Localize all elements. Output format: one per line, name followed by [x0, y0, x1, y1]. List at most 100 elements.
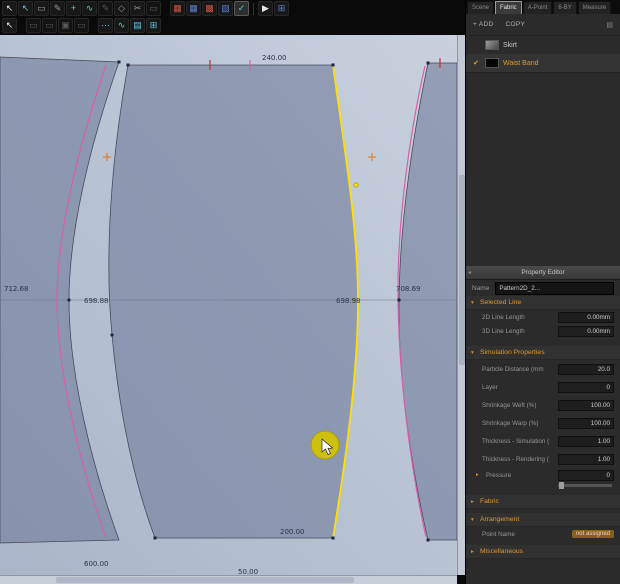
tab-a-point[interactable]: A-Point [522, 1, 553, 14]
thickness-simulation-input[interactable]: 1.00 [558, 435, 614, 447]
show-grid-tool[interactable]: ⊞ [146, 18, 161, 33]
copy-fabric-button[interactable]: COPY [505, 21, 525, 28]
shrinkage-warp-input[interactable]: 100.00 [558, 417, 614, 429]
pattern-tool-a[interactable]: ▭ [26, 18, 41, 33]
segment-sewing-tool[interactable]: ⋯ [98, 18, 113, 33]
edit-sewing-tool[interactable]: ▤ [130, 18, 145, 33]
property-editor-title: Property Editor [521, 269, 565, 276]
property-editor-header: ◂ Property Editor [466, 266, 620, 280]
pen-tool[interactable]: ✎ [98, 1, 113, 16]
fabric-list: Skirt ✔ Waist Band [466, 36, 620, 73]
list-options-icon[interactable]: ▤ [606, 21, 613, 29]
pressure-slider[interactable] [558, 482, 612, 489]
section-title: Miscellaneous [480, 548, 524, 555]
toolbar-spacer [162, 8, 169, 9]
section-arrangement[interactable]: ▾ Arrangement [466, 513, 620, 527]
pattern-tool-c[interactable]: ▣ [58, 18, 73, 33]
pattern-canvas[interactable]: 240.00 712.68 698.88 698.98 708.69 200.0… [0, 35, 457, 575]
fabric-name: Skirt [503, 41, 517, 49]
horizontal-scrollbar-thumb[interactable] [56, 577, 354, 583]
property-row: Thickness - Rendering ( 1.00 [466, 450, 620, 468]
simulate-button[interactable]: ▶ [258, 1, 273, 16]
horizontal-scrollbar[interactable] [0, 575, 457, 584]
collapse-panel-icon[interactable]: ◂ [468, 269, 471, 276]
pattern-name-input[interactable]: Pattern2D_2... [495, 281, 614, 295]
pattern-tool-d[interactable]: ▭ [74, 18, 89, 33]
property-value: 0.00mm [558, 325, 614, 337]
sync-3d-button[interactable]: ⊞ [274, 1, 289, 16]
section-title: Simulation Properties [480, 349, 545, 356]
vertical-scrollbar[interactable] [457, 35, 465, 575]
measurement-bottom-width: 200.00 [280, 528, 305, 536]
property-row: Layer 0 [466, 378, 620, 396]
property-label: 3D Line Length [482, 327, 525, 335]
edit-pattern-tool[interactable]: ▭ [34, 1, 49, 16]
property-row: 2D Line Length 0.00mm [466, 310, 620, 324]
fabric-thumbnail [485, 40, 499, 50]
fabric-check-icon[interactable]: ✔ [471, 59, 481, 67]
section-title: Selected Line [480, 299, 522, 306]
transform-pattern-tool[interactable]: ↖ [18, 1, 33, 16]
dart-tool[interactable]: ◇ [114, 1, 129, 16]
grainline-check-tool[interactable]: ✓ [234, 1, 249, 16]
select-sewing-tool[interactable]: ↖ [2, 18, 17, 33]
property-value: 0.00mm [558, 311, 614, 323]
section-miscellaneous[interactable]: ▸ Miscellaneous [466, 545, 620, 559]
chevron-down-icon: ▾ [471, 299, 474, 306]
layer-input[interactable]: 0 [558, 381, 614, 393]
seam-allowance-tool[interactable]: ▭ [146, 1, 161, 16]
thickness-rendering-input[interactable]: 1.00 [558, 453, 614, 465]
section-title: Fabric [480, 498, 499, 505]
property-row: Shrinkage Warp (%) 100.00 [466, 414, 620, 432]
chevron-right-icon: ▸ [471, 548, 474, 555]
section-title: Arrangement [480, 516, 520, 523]
edit-curvature-tool[interactable]: ∿ [82, 1, 97, 16]
texture-checker-tool-4[interactable]: ▨ [218, 1, 233, 16]
free-sewing-tool[interactable]: ∿ [114, 18, 129, 33]
add-fabric-button[interactable]: + ADD [473, 21, 493, 28]
add-point-tool[interactable]: + [66, 1, 81, 16]
pressure-slider-handle[interactable] [559, 482, 564, 489]
toolbar-spacer [18, 25, 25, 26]
name-label: Name [472, 284, 490, 292]
shrinkage-weft-input[interactable]: 100.00 [558, 399, 614, 411]
section-fabric[interactable]: ▸ Fabric [466, 495, 620, 509]
pressure-input[interactable]: 0 [558, 469, 614, 481]
tab-6-by[interactable]: 6-BY [553, 1, 577, 14]
toolbar-spacer [90, 25, 97, 26]
tab-measure[interactable]: Measure [577, 1, 612, 14]
property-row: Thickness - Simulation ( 1.00 [466, 432, 620, 450]
property-label: Layer [482, 383, 498, 391]
curve-point-yellow[interactable] [353, 182, 359, 188]
texture-checker-tool-1[interactable]: ▦ [170, 1, 185, 16]
fabric-actions: + ADD COPY ▤ [466, 14, 620, 36]
measurement-selected-curve: 698.98 [336, 297, 361, 305]
particle-distance-input[interactable]: 20.0 [558, 363, 614, 375]
pattern-tool-b[interactable]: ▭ [42, 18, 57, 33]
section-selected-line[interactable]: ▾ Selected Line [466, 296, 620, 310]
tab-fabric[interactable]: Fabric [495, 1, 522, 14]
property-row: 3D Line Length 0.00mm [466, 324, 620, 338]
chevron-down-icon: ▾ [471, 349, 474, 356]
fabric-row-waist-band[interactable]: ✔ Waist Band [466, 54, 620, 72]
texture-checker-tool-2[interactable]: ▦ [186, 1, 201, 16]
pressure-row: ▸ Pressure 0 [466, 468, 620, 482]
property-label: Thickness - Simulation ( [482, 437, 550, 445]
fabric-thumbnail [485, 58, 499, 68]
property-label: Particle Distance (mm [482, 365, 544, 373]
fabric-row-skirt[interactable]: Skirt [466, 36, 620, 54]
chevron-right-icon[interactable]: ▸ [476, 472, 482, 478]
measurement-top-width: 240.00 [262, 54, 287, 62]
texture-checker-tool-3[interactable]: ▩ [202, 1, 217, 16]
panel-gap [466, 338, 620, 346]
select-tool[interactable]: ↖ [2, 1, 17, 16]
tab-scene[interactable]: Scene [467, 1, 495, 14]
chevron-right-icon: ▸ [471, 498, 474, 505]
chevron-down-icon: ▾ [471, 516, 474, 523]
property-label: Point Name [482, 530, 515, 538]
section-simulation-properties[interactable]: ▾ Simulation Properties [466, 346, 620, 360]
pattern-piece-center[interactable] [108, 64, 359, 539]
measurement-bottom-scroll: 50.00 [238, 568, 258, 575]
scissors-tool[interactable]: ✂ [130, 1, 145, 16]
edit-point-tool[interactable]: ✎ [50, 1, 65, 16]
